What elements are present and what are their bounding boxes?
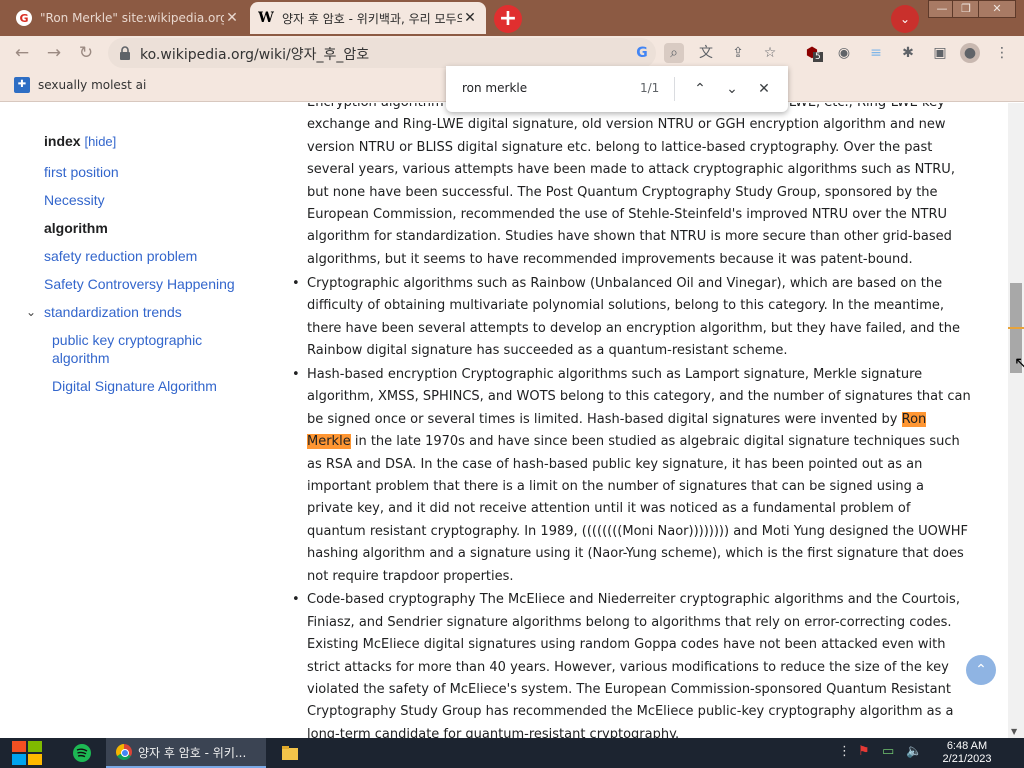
toc-item-necessity[interactable]: Necessity [44, 191, 244, 209]
hash-text-after: in the late 1970s and have since been st… [307, 434, 968, 584]
share-icon[interactable]: ⇪ [728, 43, 748, 63]
windows-start-icon[interactable] [10, 738, 44, 768]
url-text: ko.wikipedia.org/wiki/양자_후_암호 [140, 47, 370, 63]
taskbar: 양자 후 암호 - 위키... ⋮ ⚑ ▭ 🔈 6:48 AM 2/21/202… [0, 738, 1024, 768]
back-arrow-icon[interactable]: ← [10, 41, 34, 65]
reload-icon[interactable]: ↻ [74, 41, 98, 65]
taskbar-chrome-window[interactable]: 양자 후 암호 - 위키... [106, 738, 266, 768]
close-window-button[interactable]: ✕ [978, 0, 1016, 18]
toc-item-standardization[interactable]: ⌄ standardization trends [26, 303, 244, 321]
bookmark-star-icon[interactable]: ☆ [760, 43, 780, 63]
network-icon[interactable]: ▭ [882, 744, 894, 759]
ublock-icon[interactable]: ⬢ 5 [802, 43, 823, 63]
clock-date: 2/21/2023 [942, 753, 992, 765]
bookmark-label: sexually molest ai [38, 78, 147, 92]
tab-wikipedia[interactable]: W 양자 후 암호 - 위키백과, 우리 모두의 백과사전 ✕ [250, 2, 486, 34]
find-input[interactable]: ron merkle [462, 81, 527, 95]
file-explorer-icon[interactable] [278, 741, 302, 765]
chevron-down-icon[interactable]: ⌄ [26, 303, 36, 321]
tab-search-button[interactable]: ⌄ [891, 5, 919, 33]
toc-item-safety-controversy[interactable]: Safety Controversy Happening [44, 275, 244, 293]
tab-title: "Ron Merkle" site:wikipedia.org [40, 11, 224, 25]
wikipedia-icon: W [258, 10, 274, 26]
extension-badge: 5 [813, 52, 823, 62]
action-center-flag-icon[interactable]: ⚑ [858, 744, 870, 759]
scroll-to-top-icon[interactable]: ⌃ [966, 655, 996, 685]
mouse-cursor-icon: ↖ [1014, 353, 1024, 372]
maximize-button[interactable]: ❐ [952, 0, 980, 18]
chrome-icon [116, 744, 132, 760]
list-item-multivariate: Cryptographic algorithms such as Rainbow… [292, 273, 972, 363]
page-content: index [hide] first position Necessity al… [0, 103, 1024, 738]
tab-title: 양자 후 암호 - 위키백과, 우리 모두의 백과사전 [282, 11, 462, 26]
article-body: Encryption algorithm based on lattice (s… [292, 103, 972, 738]
toc-item-label: standardization trends [44, 304, 182, 320]
tab-strip: G "Ron Merkle" site:wikipedia.org ✕ W 양자… [0, 0, 1024, 36]
lock-icon [120, 46, 130, 60]
find-bar: ron merkle 1/1 ⌃ ⌄ ✕ [446, 66, 788, 112]
bookmark-item[interactable]: ✚ sexually molest ai [14, 77, 146, 93]
find-match-count: 1/1 [640, 81, 660, 95]
close-tab-icon[interactable]: ✕ [462, 10, 478, 26]
address-bar[interactable]: ko.wikipedia.org/wiki/양자_후_암호 [108, 38, 656, 68]
find-close-icon[interactable]: ✕ [752, 77, 776, 101]
list-item-lattice: Encryption algorithm based on lattice (s… [292, 103, 972, 271]
forward-arrow-icon[interactable]: → [42, 41, 66, 65]
side-panel-icon[interactable]: ▣ [930, 43, 950, 63]
volume-icon[interactable]: 🔈 [906, 744, 922, 759]
find-separator [674, 77, 675, 101]
find-next-chevron-down-icon[interactable]: ⌄ [720, 77, 744, 101]
taskbar-clock[interactable]: 6:48 AM 2/21/2023 [936, 740, 998, 766]
profile-avatar-icon[interactable]: ● [960, 43, 980, 63]
toc-item-public-key[interactable]: public key cryptographic algorithm [44, 331, 244, 367]
taskbar-window-title: 양자 후 암호 - 위키... [138, 745, 247, 760]
google-icon: G [16, 10, 32, 26]
toc-item-safety-reduction[interactable]: safety reduction problem [44, 247, 244, 265]
new-tab-button[interactable]: + [494, 5, 522, 33]
extensions-puzzle-icon[interactable]: ✱ [898, 43, 918, 63]
toc-heading-text: index [44, 133, 81, 149]
hash-text-before: Hash-based encryption Cryptographic algo… [307, 366, 971, 427]
bookmark-favicon-icon: ✚ [14, 77, 30, 93]
algorithm-list: Encryption algorithm based on lattice (s… [292, 103, 972, 738]
toolbar: ← → ↻ ko.wikipedia.org/wiki/양자_후_암호 G ⌕ … [0, 36, 1024, 70]
vertical-scrollbar[interactable]: ▼ [1008, 103, 1024, 738]
translate-icon[interactable]: 文 [696, 43, 716, 63]
toc-item-algorithm[interactable]: algorithm [44, 219, 244, 237]
google-lens-icon[interactable]: G [632, 43, 652, 63]
list-item-code-based: Code-based cryptography The McEliece and… [292, 589, 972, 738]
find-result-marker [1008, 327, 1024, 329]
table-of-contents: index [hide] first position Necessity al… [26, 133, 244, 405]
toc-heading: index [hide] [44, 133, 244, 149]
scroll-down-arrow-icon[interactable]: ▼ [1011, 727, 1017, 736]
close-tab-icon[interactable]: ✕ [224, 10, 240, 26]
tab-google-search[interactable]: G "Ron Merkle" site:wikipedia.org ✕ [8, 2, 248, 34]
extension-avatar-icon[interactable]: ◉ [834, 43, 854, 63]
toc-hide-link[interactable]: [hide] [84, 134, 116, 149]
tray-overflow-icon[interactable]: ⋮ [838, 744, 851, 759]
clock-time: 6:48 AM [946, 740, 988, 752]
find-in-page-icon[interactable]: ⌕ [664, 43, 684, 63]
menu-kebab-icon[interactable]: ⋮ [992, 43, 1012, 63]
toc-item-digital-signature[interactable]: Digital Signature Algorithm [44, 377, 244, 395]
flag-extension-icon[interactable]: ≡ [866, 43, 886, 63]
list-item-hash-based: Hash-based encryption Cryptographic algo… [292, 364, 972, 588]
spotify-icon[interactable] [70, 741, 94, 765]
find-previous-chevron-up-icon[interactable]: ⌃ [688, 77, 712, 101]
toc-item-first-position[interactable]: first position [44, 163, 244, 181]
